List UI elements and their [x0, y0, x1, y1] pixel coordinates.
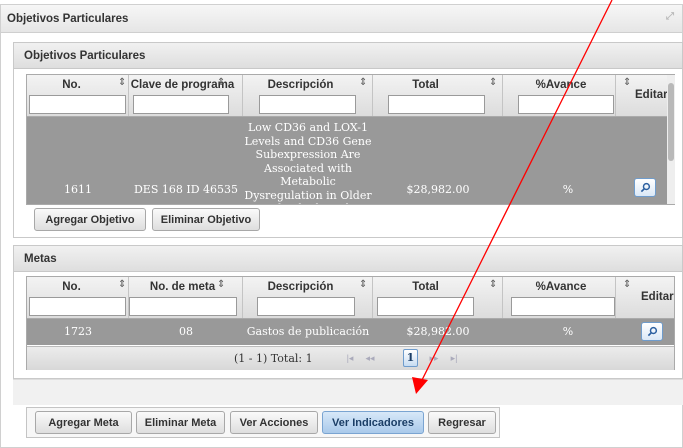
annotation-arrow — [412, 0, 613, 394]
arrow-line — [421, 0, 613, 381]
arrow-head — [412, 377, 428, 394]
